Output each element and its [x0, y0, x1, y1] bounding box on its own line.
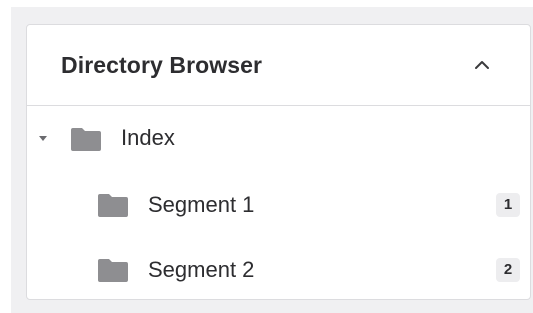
directory-tree: Index Segment 1 1 Segment 2 2 [27, 106, 530, 299]
tree-item-segment-1[interactable]: Segment 1 1 [27, 171, 530, 236]
tree-item-index[interactable]: Index [27, 106, 530, 171]
count-badge: 1 [496, 193, 520, 217]
tree-item-label: Index [121, 125, 175, 150]
tree-item-segment-2[interactable]: Segment 2 2 [27, 236, 530, 299]
tree-item-label: Segment 2 [148, 257, 255, 282]
panel-header: Directory Browser [27, 25, 530, 106]
count-badge: 2 [496, 258, 520, 282]
caret-down-icon[interactable] [37, 132, 49, 144]
chevron-up-icon [475, 61, 489, 69]
tree-item-label: Segment 1 [148, 192, 255, 217]
folder-icon [98, 194, 128, 217]
panel-title: Directory Browser [61, 52, 263, 78]
collapse-button[interactable] [470, 53, 494, 77]
folder-icon [71, 128, 101, 151]
directory-browser-panel: Directory Browser Index Segment 1 1 Segm… [26, 24, 531, 300]
folder-icon [98, 259, 128, 282]
